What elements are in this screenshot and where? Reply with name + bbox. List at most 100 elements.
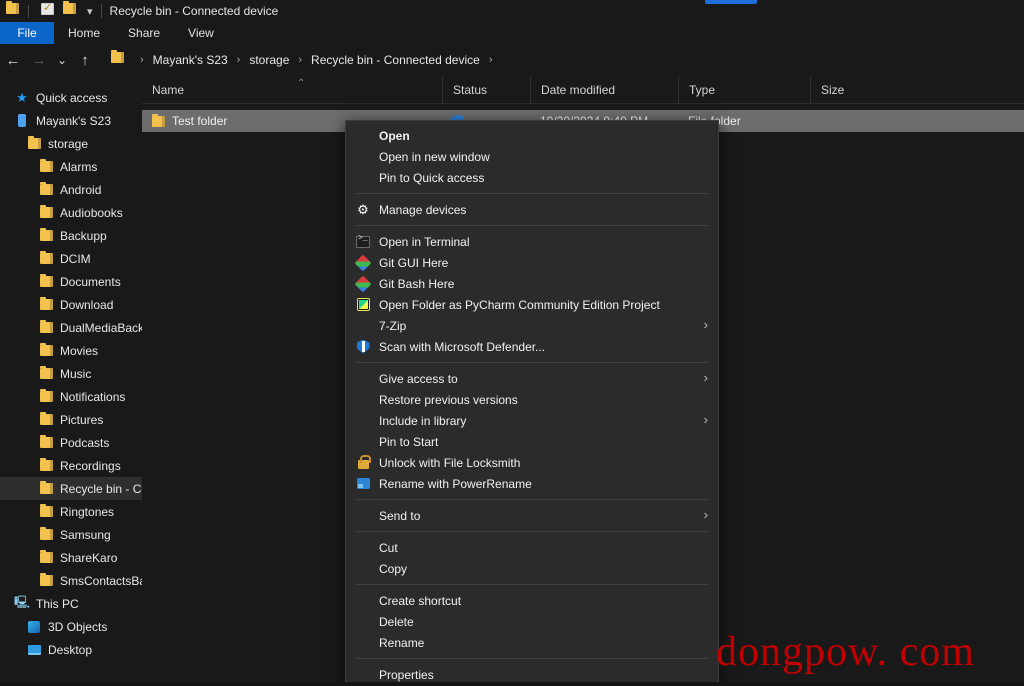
- tab-share[interactable]: Share: [114, 22, 174, 44]
- back-arrow-icon[interactable]: ←: [0, 47, 26, 73]
- menu-item-rename-with-powerrename[interactable]: Rename with PowerRename: [346, 473, 718, 494]
- menu-item-manage-devices[interactable]: ⚙ Manage devices: [346, 199, 718, 220]
- bottom-edge: [0, 682, 1024, 686]
- folder-icon: [38, 412, 54, 428]
- new-folder-icon[interactable]: [63, 1, 79, 19]
- folder-icon: [38, 389, 54, 405]
- tab-home[interactable]: Home: [54, 22, 114, 44]
- sidebar-item-music[interactable]: Music: [0, 362, 142, 385]
- menu-item-delete[interactable]: Delete: [346, 611, 718, 632]
- git-icon: [354, 254, 372, 271]
- chevron-right-icon: ›: [703, 317, 708, 332]
- customize-dropdown-icon[interactable]: ▾: [87, 5, 93, 18]
- menu-item-pin-to-start[interactable]: Pin to Start: [346, 431, 718, 452]
- menu-item-create-shortcut[interactable]: Create shortcut: [346, 590, 718, 611]
- sidebar-item-audiobooks[interactable]: Audiobooks: [0, 201, 142, 224]
- column-headers: Name ⌃ Status Date modified Type Size: [142, 75, 1024, 104]
- sidebar-item-label: Backupp: [60, 228, 107, 243]
- sidebar-item-android[interactable]: Android: [0, 178, 142, 201]
- column-header-type[interactable]: Type: [678, 75, 810, 104]
- desktop-icon: [26, 642, 42, 658]
- sidebar-item-movies[interactable]: Movies: [0, 339, 142, 362]
- menu-item-label: Manage devices: [379, 202, 467, 217]
- sidebar-item-download[interactable]: Download: [0, 293, 142, 316]
- sidebar-item-smscontactsbac[interactable]: SmsContactsBac: [0, 569, 142, 592]
- breadcrumb-item-recycle-bin[interactable]: Recycle bin - Connected device: [308, 51, 483, 69]
- sidebar-item-recycle-bin-cor[interactable]: Recycle bin - Cor: [0, 477, 142, 500]
- menu-item-git-gui-here[interactable]: Git GUI Here: [346, 252, 718, 273]
- menu-item-7-zip[interactable]: 7-Zip ›: [346, 315, 718, 336]
- sidebar-item-storage[interactable]: storage: [0, 132, 142, 155]
- sort-ascending-icon: ⌃: [297, 77, 306, 89]
- context-menu[interactable]: Open Open in new window Pin to Quick acces…: [345, 120, 719, 686]
- menu-item-open-in-terminal[interactable]: Open in Terminal: [346, 231, 718, 252]
- column-header-status[interactable]: Status: [442, 75, 530, 104]
- sidebar-item-recordings[interactable]: Recordings: [0, 454, 142, 477]
- menu-separator: [356, 362, 708, 363]
- menu-item-open-in-new-window[interactable]: Open in new window: [346, 146, 718, 167]
- breadcrumb-item-storage[interactable]: storage: [246, 51, 292, 69]
- column-header-size[interactable]: Size: [810, 75, 898, 104]
- menu-item-label: Pin to Quick access: [379, 170, 485, 185]
- menu-item-send-to[interactable]: Send to ›: [346, 505, 718, 526]
- column-header-date-modified[interactable]: Date modified: [530, 75, 678, 104]
- sidebar-item-pictures[interactable]: Pictures: [0, 408, 142, 431]
- menu-item-label: Git Bash Here: [379, 276, 455, 291]
- watermark: dongpow. com: [716, 629, 975, 675]
- up-arrow-icon[interactable]: ↑: [72, 47, 98, 73]
- sidebar-item-sharekaro[interactable]: ShareKaro: [0, 546, 142, 569]
- sidebar-item-label: Documents: [60, 274, 121, 289]
- menu-item-label: Open: [379, 128, 410, 143]
- menu-item-pin-to-quick-access[interactable]: Pin to Quick access: [346, 167, 718, 188]
- sidebar-item-samsung[interactable]: Samsung: [0, 523, 142, 546]
- menu-item-icon-placeholder: [354, 413, 372, 429]
- menu-item-restore-previous-versions[interactable]: Restore previous versions: [346, 389, 718, 410]
- sidebar-item-backupp[interactable]: Backupp: [0, 224, 142, 247]
- sidebar-item-label: Desktop: [48, 642, 93, 657]
- recent-locations-chevron-icon[interactable]: ⌄: [52, 47, 72, 73]
- menu-item-label: Unlock with File Locksmith: [379, 455, 521, 470]
- sidebar-item-documents[interactable]: Documents: [0, 270, 142, 293]
- menu-item-give-access-to[interactable]: Give access to ›: [346, 368, 718, 389]
- menu-item-open-folder-as-pycharm-community-edition-project[interactable]: Open Folder as PyCharm Community Edition…: [346, 294, 718, 315]
- tab-file[interactable]: File: [0, 22, 54, 44]
- sidebar-item-desktop[interactable]: Desktop: [0, 638, 142, 661]
- menu-item-include-in-library[interactable]: Include in library ›: [346, 410, 718, 431]
- sidebar-item-quick-access[interactable]: ★ Quick access: [0, 86, 142, 109]
- menu-item-label: 7-Zip: [379, 318, 407, 333]
- breadcrumb[interactable]: › Mayank's S23 › storage › Recycle bin -…: [104, 48, 1014, 72]
- lock-icon: [354, 454, 372, 471]
- sidebar-item-dualmediabacku[interactable]: DualMediaBacku: [0, 316, 142, 339]
- sidebar-item-label: Android: [60, 182, 102, 197]
- folder-icon: [38, 182, 54, 198]
- tab-view[interactable]: View: [174, 22, 228, 44]
- sidebar-item-3d-objects[interactable]: 3D Objects: [0, 615, 142, 638]
- sidebar-item-mayank-s-s23[interactable]: Mayank's S23: [0, 109, 142, 132]
- properties-check-icon[interactable]: [41, 1, 57, 19]
- menu-item-unlock-with-file-locksmith[interactable]: Unlock with File Locksmith: [346, 452, 718, 473]
- folder-icon: [38, 274, 54, 290]
- navigation-pane[interactable]: ★ Quick access Mayank's S23 storage Alarms An…: [0, 76, 142, 686]
- sidebar-item-label: storage: [48, 136, 89, 151]
- column-header-name[interactable]: Name ⌃: [142, 76, 442, 104]
- sidebar-item-this-pc[interactable]: 🖳 This PC: [0, 592, 142, 615]
- folder-icon: [38, 297, 54, 313]
- sidebar-item-ringtones[interactable]: Ringtones: [0, 500, 142, 523]
- menu-item-cut[interactable]: Cut: [346, 537, 718, 558]
- sidebar-item-podcasts[interactable]: Podcasts: [0, 431, 142, 454]
- sidebar-item-label: Download: [60, 297, 114, 312]
- 3d-objects-icon: [26, 619, 42, 635]
- menu-item-copy[interactable]: Copy: [346, 558, 718, 579]
- titlebar-divider: [28, 4, 29, 18]
- sidebar-item-dcim[interactable]: DCIM: [0, 247, 142, 270]
- sidebar-item-alarms[interactable]: Alarms: [0, 155, 142, 178]
- sidebar-item-notifications[interactable]: Notifications: [0, 385, 142, 408]
- breadcrumb-separator-end[interactable]: ›: [483, 54, 499, 66]
- forward-arrow-icon[interactable]: →: [26, 47, 52, 73]
- menu-item-scan-with-microsoft-defender[interactable]: Scan with Microsoft Defender...: [346, 336, 718, 357]
- menu-item-open[interactable]: Open: [346, 125, 718, 146]
- menu-item-git-bash-here[interactable]: Git Bash Here: [346, 273, 718, 294]
- menu-item-rename[interactable]: Rename: [346, 632, 718, 653]
- breadcrumb-item-device[interactable]: Mayank's S23: [150, 51, 231, 69]
- folder-icon: [38, 205, 54, 221]
